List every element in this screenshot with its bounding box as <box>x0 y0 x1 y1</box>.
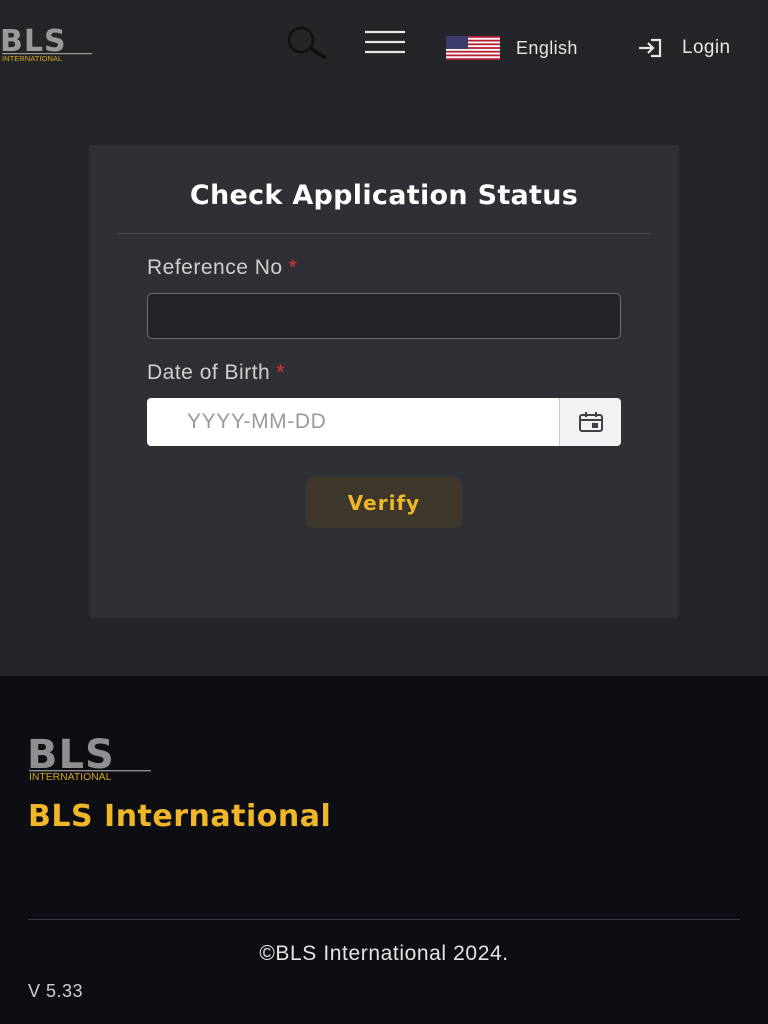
site-footer: BLS INTERNATIONAL BLS International ©BLS… <box>0 676 768 1024</box>
copyright-text: ©BLS International 2024. <box>259 942 509 965</box>
search-button[interactable] <box>282 26 328 60</box>
verify-button[interactable]: Verify <box>306 477 462 528</box>
reference-no-label: Reference No * <box>147 256 297 280</box>
svg-text:INTERNATIONAL: INTERNATIONAL <box>2 54 62 63</box>
required-marker: * <box>276 361 285 384</box>
calendar-button[interactable] <box>559 398 621 446</box>
login-link[interactable]: Login <box>636 36 731 60</box>
us-flag-icon <box>446 36 500 60</box>
title-divider <box>118 233 650 234</box>
bls-logo[interactable]: BLS INTERNATIONAL <box>27 734 155 784</box>
menu-button[interactable] <box>362 28 408 58</box>
footer-brand: BLS International <box>28 799 332 834</box>
page-title: Check Application Status <box>189 180 579 211</box>
date-of-birth-label: Date of Birth * <box>147 361 285 385</box>
version-text: V 5.33 <box>28 981 84 1001</box>
reference-no-input[interactable] <box>147 293 621 339</box>
bls-logo[interactable]: BLS INTERNATIONAL <box>0 24 96 64</box>
language-selector[interactable]: English <box>446 36 578 60</box>
date-of-birth-input[interactable] <box>147 398 559 446</box>
svg-text:INTERNATIONAL: INTERNATIONAL <box>29 772 112 783</box>
top-header: BLS INTERNATIONAL English Login <box>0 0 768 95</box>
calendar-icon <box>578 412 603 432</box>
required-marker: * <box>288 256 298 279</box>
search-icon <box>287 26 326 59</box>
login-icon <box>639 38 662 58</box>
date-of-birth-group <box>147 398 621 446</box>
reference-no-label-text: Reference No <box>147 256 283 279</box>
date-of-birth-label-text: Date of Birth <box>147 361 271 384</box>
footer-divider <box>28 919 740 920</box>
hamburger-menu-icon <box>365 30 405 54</box>
language-label: English <box>516 37 578 58</box>
login-label: Login <box>682 37 731 58</box>
